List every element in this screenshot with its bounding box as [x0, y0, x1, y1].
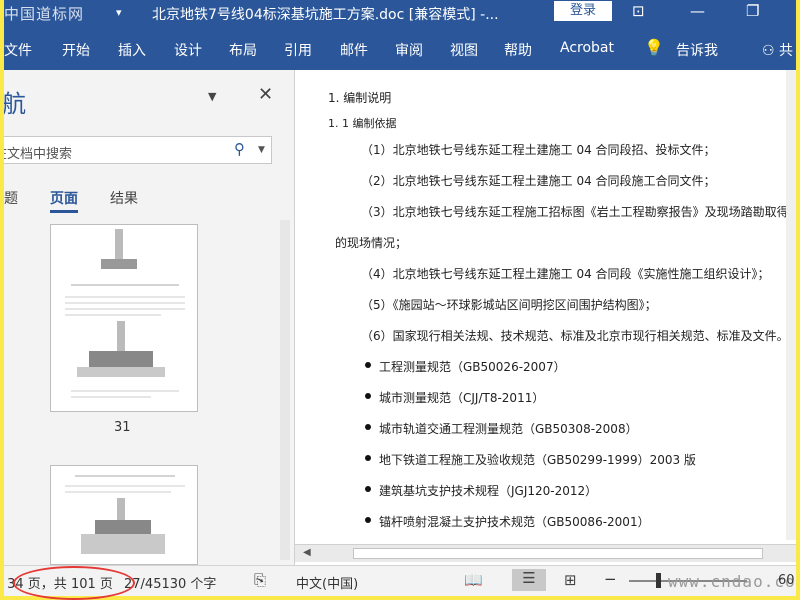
heading-2: 1. 1 编制依据	[328, 117, 397, 130]
paragraph: （1）北京地铁七号线东延工程土建施工 04 合同段招、投标文件；	[361, 143, 716, 157]
tab-home[interactable]: 开始	[62, 40, 90, 60]
proofing-icon[interactable]: ⎘	[254, 571, 266, 589]
ribbon-tabs: 文件 开始 插入 设计 布局 引用 邮件 审阅 视图 帮助 Acrobat 💡 …	[4, 28, 796, 70]
nav-tab-headings[interactable]: 标题	[4, 188, 18, 208]
tab-view[interactable]: 视图	[450, 40, 478, 60]
paragraph: 的现场情况；	[335, 236, 408, 250]
tell-me-box[interactable]: 告诉我	[676, 40, 718, 60]
title-bar: 中国道标网 ▾ 北京地铁7号线04标深基坑施工方案.doc [兼容模式] -..…	[4, 0, 796, 28]
nav-title: 导航	[4, 90, 26, 118]
tab-layout[interactable]: 布局	[229, 40, 257, 60]
quick-access-dropdown-icon[interactable]: ▾	[116, 6, 122, 19]
zoom-slider-handle[interactable]	[656, 573, 661, 588]
share-button[interactable]: ⚇ 共	[762, 40, 793, 60]
read-mode-icon[interactable]: 📖	[464, 571, 483, 589]
paragraph: （5）《施园站～环球影城站区间明挖区间围护结构图》；	[361, 298, 657, 312]
share-label: 共	[779, 43, 794, 59]
page-thumbnail[interactable]	[50, 224, 198, 412]
document-title: 北京地铁7号线04标深基坑施工方案.doc [兼容模式] -...	[152, 7, 499, 23]
ribbon-display-options-icon[interactable]: ⊡	[632, 2, 645, 20]
paragraph: （2）北京地铁七号线东延工程土建施工 04 合同段施工合同文件；	[361, 174, 716, 188]
scrollbar-thumb[interactable]	[353, 548, 763, 559]
list-item: 地下铁道工程施工及验收规范（GB50299-1999）2003 版	[379, 453, 696, 467]
tab-design[interactable]: 设计	[174, 40, 202, 60]
nav-tab-results[interactable]: 结果	[110, 188, 138, 208]
zoom-out-icon[interactable]: −	[604, 570, 617, 588]
list-item: 城市测量规范（CJJ/T8-2011）	[379, 391, 545, 405]
list-item: 城市轨道交通工程测量规范（GB50308-2008）	[379, 422, 638, 436]
close-icon[interactable]: ✕	[258, 84, 273, 105]
minimize-icon[interactable]: —	[690, 2, 705, 20]
watermark-logo: 中国道标网	[4, 5, 85, 23]
search-input[interactable]: 在文档中搜索 ⚲ ▼	[4, 136, 272, 164]
scroll-left-icon[interactable]: ◀	[303, 547, 311, 558]
lightbulb-icon[interactable]: 💡	[644, 38, 664, 57]
list-item: 建筑基坑支护技术规程（JGJ120-2012）	[379, 484, 598, 498]
vertical-scrollbar[interactable]	[786, 70, 796, 540]
language-status[interactable]: 中文(中国)	[296, 573, 358, 592]
nav-options-dropdown-icon[interactable]: ▼	[208, 90, 216, 103]
word-count-status[interactable]: 27/45130 个字	[124, 573, 216, 592]
annotation-circle	[13, 566, 135, 600]
paragraph: （4）北京地铁七号线东延工程土建施工 04 合同段《实施性施工组织设计》；	[361, 267, 770, 281]
bullet-icon	[365, 362, 371, 368]
navigation-pane: 导航 ▼ ✕ 在文档中搜索 ⚲ ▼ 标题 页面 结果	[4, 70, 294, 565]
nav-scrollbar[interactable]	[280, 220, 290, 560]
bullet-icon	[365, 486, 371, 492]
bullet-icon	[365, 393, 371, 399]
tab-review[interactable]: 审阅	[395, 40, 423, 60]
search-placeholder: 在文档中搜索	[4, 147, 73, 162]
tab-references[interactable]: 引用	[284, 40, 312, 60]
search-icon[interactable]: ⚲	[234, 140, 245, 158]
tab-mailings[interactable]: 邮件	[340, 40, 368, 60]
list-item: 工程测量规范（GB50026-2007）	[379, 360, 566, 374]
watermark-url: www.cndao.com	[668, 572, 796, 591]
page-thumbnail[interactable]	[50, 465, 198, 565]
page-thumbnail-drawing	[65, 475, 185, 554]
bullet-icon	[365, 455, 371, 461]
login-button[interactable]: 登录	[554, 1, 612, 21]
heading-1: 1. 编制说明	[328, 91, 392, 105]
word-window: 中国道标网 ▾ 北京地铁7号线04标深基坑施工方案.doc [兼容模式] -..…	[4, 0, 796, 596]
restore-icon[interactable]: ❐	[746, 2, 759, 20]
search-dropdown-icon[interactable]: ▼	[258, 145, 265, 155]
tab-acrobat[interactable]: Acrobat	[560, 40, 614, 56]
print-layout-icon[interactable]: ☰	[512, 569, 546, 591]
page-thumbnail-number: 31	[114, 420, 131, 435]
bullet-icon	[365, 517, 371, 523]
paragraph: （3）北京地铁七号线东延工程施工招标图《岩土工程勘察报告》及现场踏勘取得	[361, 205, 789, 219]
tab-insert[interactable]: 插入	[118, 40, 146, 60]
person-icon: ⚇	[762, 43, 775, 59]
document-area[interactable]: 1. 编制说明 1. 1 编制依据 （1）北京地铁七号线东延工程土建施工 04 …	[295, 70, 796, 565]
zoom-level[interactable]: 60	[778, 573, 795, 588]
nav-tab-pages[interactable]: 页面	[50, 188, 78, 213]
bullet-icon	[365, 424, 371, 430]
horizontal-scrollbar[interactable]: ◀	[295, 544, 796, 562]
tab-file[interactable]: 文件	[4, 40, 32, 60]
tab-help[interactable]: 帮助	[504, 40, 532, 60]
list-item: 锚杆喷射混凝土支护技术规范（GB50086-2001）	[379, 515, 650, 529]
paragraph: （6）国家现行相关法规、技术规范、标准及北京市现行相关规范、标准及文件。	[361, 329, 789, 343]
web-layout-icon[interactable]: ⊞	[564, 571, 577, 589]
page-thumbnail-drawing	[65, 229, 185, 398]
